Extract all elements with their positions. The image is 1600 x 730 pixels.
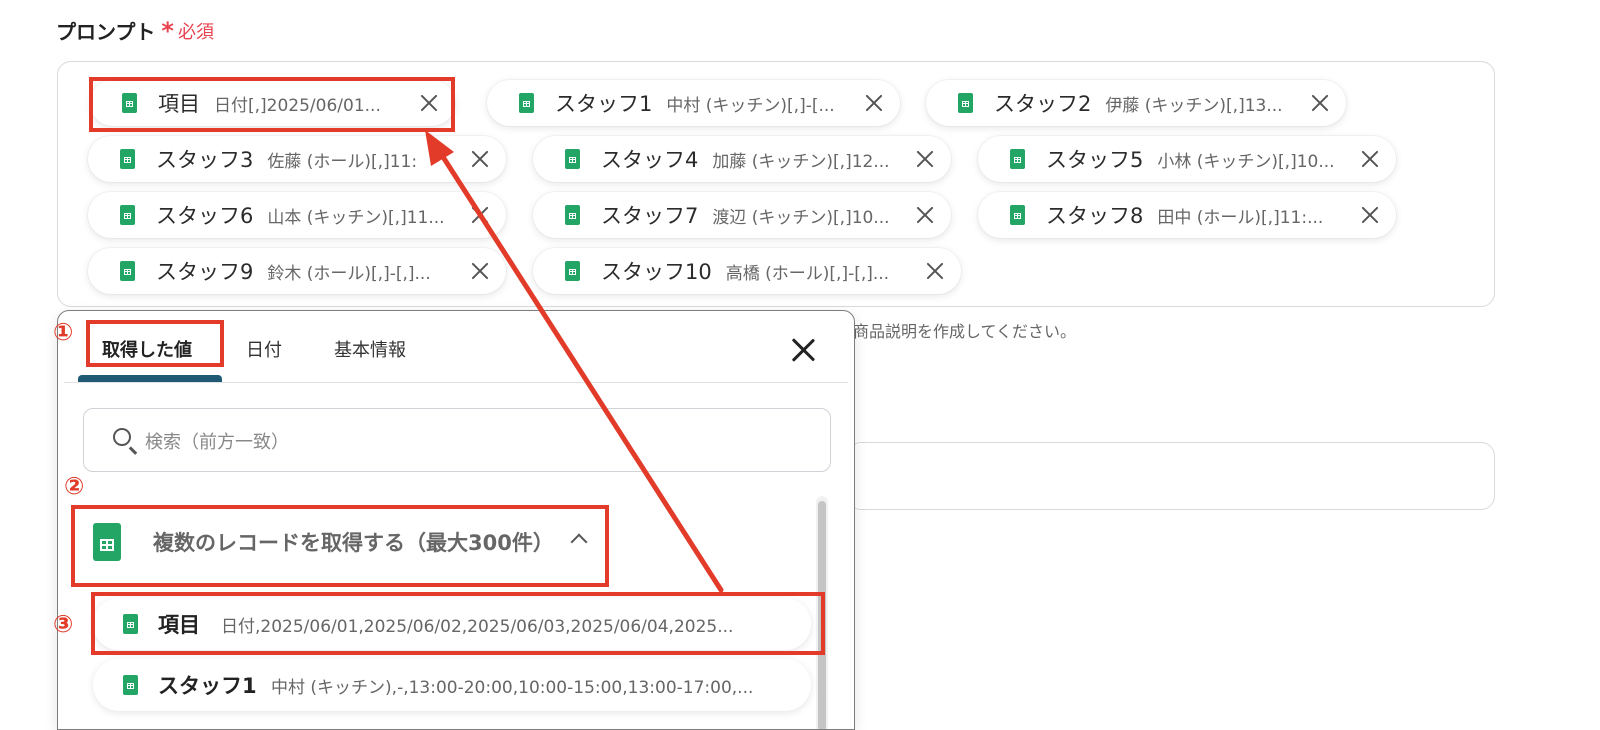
arrow-line [433,143,724,593]
annotation-arrow [425,130,724,593]
arrow-head [425,130,454,166]
